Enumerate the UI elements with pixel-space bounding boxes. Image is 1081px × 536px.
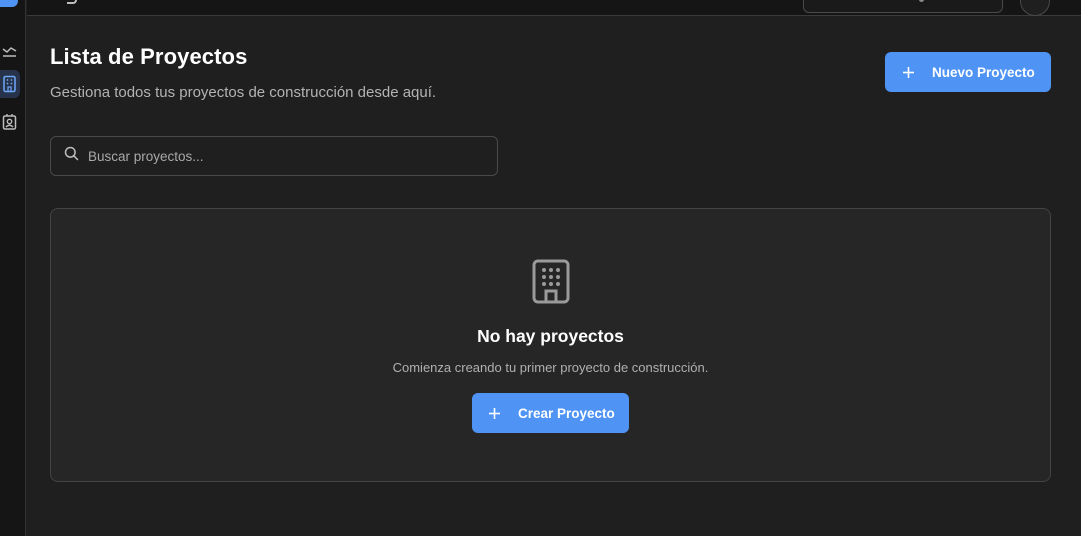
- search-box[interactable]: [50, 136, 498, 176]
- create-project-label: Crear Proyecto: [518, 405, 615, 421]
- empty-state-description: Comienza creando tu primer proyecto de c…: [392, 360, 709, 375]
- avatar[interactable]: [1020, 0, 1050, 16]
- page-title: Lista de Proyectos: [50, 44, 248, 69]
- new-project-label: Nuevo Proyecto: [932, 64, 1035, 80]
- menu-icon[interactable]: [67, 0, 77, 4]
- plus-icon: [902, 66, 915, 79]
- top-bar: [27, 0, 1081, 16]
- page-subtitle: Gestiona todos tus proyectos de construc…: [50, 84, 437, 101]
- create-project-button[interactable]: Crear Proyecto: [472, 393, 629, 433]
- selector-indicator: [919, 0, 924, 2]
- sidebar-item-contacts[interactable]: [0, 108, 20, 136]
- sidebar: [0, 0, 26, 536]
- sidebar-item-dashboard[interactable]: [0, 36, 20, 64]
- chart-icon: [2, 47, 17, 57]
- search-icon: [64, 146, 79, 166]
- new-project-button[interactable]: Nuevo Proyecto: [885, 52, 1051, 92]
- sidebar-item-projects[interactable]: [0, 70, 20, 98]
- empty-state-card: No hay proyectos Comienza creando tu pri…: [50, 208, 1051, 482]
- app-logo[interactable]: [0, 0, 18, 7]
- search-input[interactable]: [88, 148, 468, 164]
- project-selector[interactable]: [803, 0, 1003, 13]
- building-icon: [532, 259, 570, 304]
- plus-icon: [488, 407, 501, 420]
- contact-icon: [2, 114, 17, 130]
- empty-state-title: No hay proyectos: [477, 326, 624, 346]
- building-icon: [3, 75, 16, 93]
